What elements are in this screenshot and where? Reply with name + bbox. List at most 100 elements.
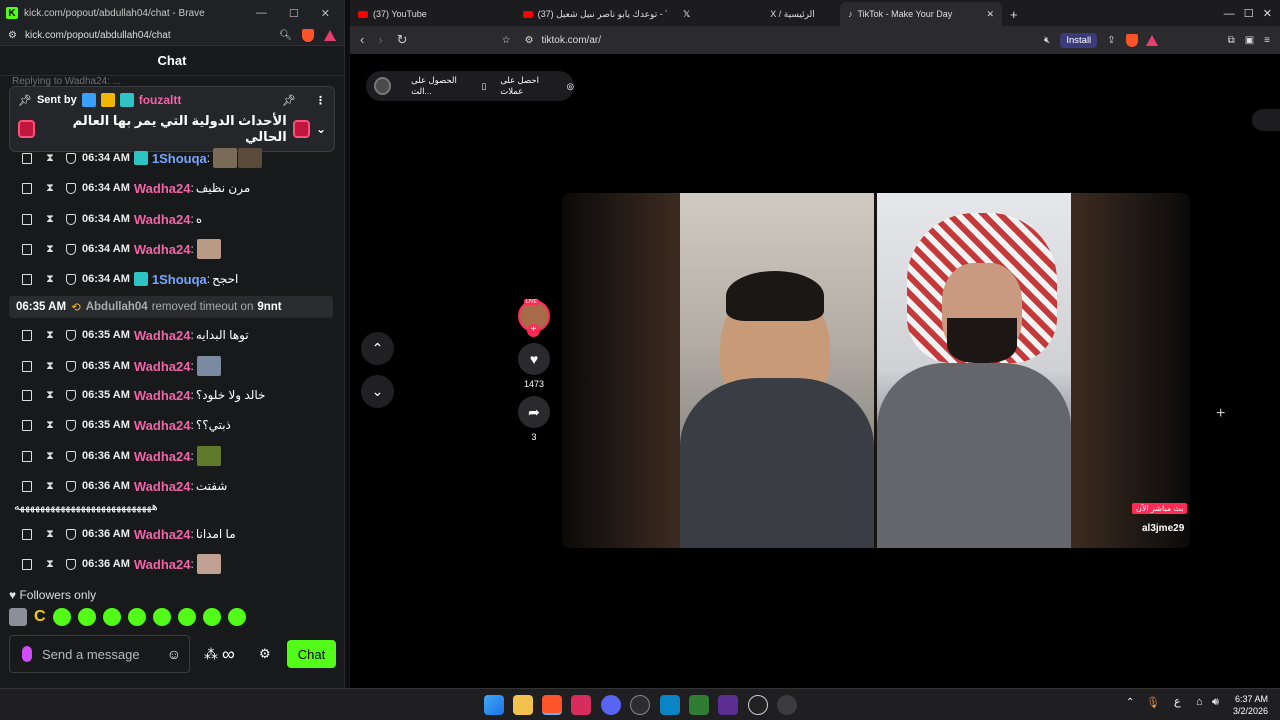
stream-pane-right[interactable] — [877, 193, 1071, 548]
delete-icon[interactable] — [22, 450, 32, 462]
timeout-hourglass-icon[interactable]: ⧗ — [46, 360, 54, 373]
get-app-button[interactable]: الحصول على الت... — [411, 75, 475, 97]
zoom-icon[interactable]: 🔍︎ — [279, 30, 292, 41]
message-username[interactable]: Wadha24 — [134, 181, 191, 196]
extensions-icon[interactable]: ⧉ — [1228, 35, 1235, 46]
brave-shield-icon[interactable] — [302, 29, 314, 42]
plus-icon[interactable]: + — [1216, 405, 1225, 423]
timeout-hourglass-icon[interactable]: ⧗ — [46, 213, 54, 226]
menu-icon[interactable]: ≡ — [1264, 35, 1270, 46]
network-icon[interactable]: ⌂ — [1196, 696, 1203, 708]
timeout-hourglass-icon[interactable]: ⧗ — [46, 528, 54, 541]
window-controls[interactable]: — ☐ ✕ — [1224, 7, 1272, 20]
delete-icon[interactable] — [22, 329, 32, 341]
tab-youtube[interactable]: (37) YouTube — [350, 2, 515, 26]
emote-10[interactable] — [227, 608, 246, 626]
emote-5[interactable] — [102, 608, 121, 626]
timeout-hourglass-icon[interactable]: ⧗ — [46, 152, 54, 165]
emote-2[interactable]: C — [34, 608, 46, 626]
wallet-icon[interactable]: ▣ — [1245, 35, 1254, 46]
emote-7[interactable] — [152, 608, 171, 626]
emote-8[interactable] — [177, 608, 196, 626]
ban-shield-icon[interactable] — [66, 182, 76, 194]
delete-icon[interactable] — [22, 480, 32, 492]
heart-icon[interactable]: ♥ — [518, 343, 550, 375]
delete-icon[interactable] — [22, 389, 32, 401]
mic-icon[interactable] — [22, 646, 32, 662]
message-username[interactable]: 1Shouqa — [152, 272, 207, 287]
ban-shield-icon[interactable] — [66, 329, 76, 341]
app-next-icon[interactable] — [718, 695, 738, 715]
emote-4[interactable] — [77, 608, 96, 626]
message-username[interactable]: Wadha24 — [134, 479, 191, 494]
chat-input-wrapper[interactable]: ☺ — [9, 635, 190, 673]
site-settings-icon[interactable]: ⚙ — [8, 30, 17, 41]
delete-icon[interactable] — [22, 528, 32, 540]
timeout-hourglass-icon[interactable]: ⧗ — [46, 329, 54, 342]
ban-shield-icon[interactable] — [66, 480, 76, 492]
delete-icon[interactable] — [22, 360, 32, 372]
new-tab-button[interactable]: + — [1002, 2, 1026, 26]
discord-icon[interactable] — [601, 695, 621, 715]
timeout-hourglass-icon[interactable]: ⧗ — [46, 273, 54, 286]
more-options-icon[interactable]: ⋮ — [315, 94, 326, 107]
file-explorer-icon[interactable] — [513, 695, 533, 715]
live-avatar[interactable]: LIVE + — [517, 299, 551, 337]
language-indicator[interactable]: ع — [1174, 695, 1181, 708]
emoji-icon[interactable]: ☺ — [167, 646, 181, 662]
emote-9[interactable] — [202, 608, 221, 626]
ban-shield-icon[interactable] — [66, 152, 76, 164]
delete-icon[interactable] — [22, 419, 32, 431]
reload-icon[interactable]: ↻ — [397, 32, 408, 48]
minimize-icon[interactable]: — — [256, 7, 267, 20]
prev-video-button[interactable]: ⌃ — [361, 332, 394, 365]
ban-shield-icon[interactable] — [66, 450, 76, 462]
chevron-down-icon[interactable]: ⌄ — [316, 122, 326, 136]
timeout-hourglass-icon[interactable]: ⧗ — [46, 182, 54, 195]
url-text[interactable]: tiktok.com/ar/ — [542, 35, 601, 46]
message-username[interactable]: Wadha24 — [134, 359, 191, 374]
bookmark-icon[interactable]: ☆ — [502, 35, 511, 46]
brave-taskbar-icon[interactable] — [542, 695, 562, 715]
mic-tray-icon[interactable]: 🎙︎ — [1146, 696, 1160, 709]
timeout-hourglass-icon[interactable]: ⧗ — [46, 419, 54, 432]
stream-pane-left[interactable] — [680, 193, 874, 548]
app-obs-icon[interactable] — [630, 695, 650, 715]
message-username[interactable]: Wadha24 — [134, 449, 191, 464]
timeout-hourglass-icon[interactable]: ⧗ — [46, 450, 54, 463]
get-coins-button[interactable]: احصل على عملات — [500, 75, 560, 97]
ban-shield-icon[interactable] — [66, 243, 76, 255]
emote-image[interactable] — [196, 239, 221, 259]
side-pill[interactable] — [1252, 109, 1280, 131]
delete-icon[interactable] — [22, 243, 32, 255]
message-username[interactable]: 1Shouqa — [152, 151, 207, 166]
emote-image[interactable] — [196, 356, 221, 376]
ban-shield-icon[interactable] — [66, 528, 76, 540]
emote-1[interactable] — [9, 608, 27, 626]
tab-close-icon[interactable]: ✕ — [986, 9, 994, 20]
kicks-icon[interactable]: ⁂ — [204, 646, 218, 663]
ban-shield-icon[interactable] — [66, 213, 76, 225]
host-username[interactable]: al3jme29 — [1142, 523, 1184, 534]
tab-tiktok[interactable]: ♪ TikTok - Make Your Day ✕ — [840, 2, 1002, 26]
emote-6[interactable] — [127, 608, 146, 626]
live-stream-stage[interactable] — [562, 193, 1190, 548]
emote-image[interactable] — [196, 554, 221, 574]
timeout-hourglass-icon[interactable]: ⧗ — [46, 389, 54, 402]
app-a-icon[interactable] — [571, 695, 591, 715]
delete-icon[interactable] — [22, 152, 32, 164]
share-arrow-icon[interactable]: ➦ — [518, 396, 550, 428]
message-username[interactable]: Wadha24 — [134, 242, 191, 257]
volume-icon[interactable]: 🔊︎ — [1212, 696, 1219, 709]
app-blue-icon[interactable] — [660, 695, 680, 715]
settings-taskbar-icon[interactable] — [777, 695, 797, 715]
ban-shield-icon[interactable] — [66, 273, 76, 285]
maximize-icon[interactable]: ☐ — [289, 7, 299, 20]
site-info-icon[interactable]: ⚙ — [525, 35, 534, 46]
brave-shield-icon[interactable] — [1125, 33, 1138, 47]
message-username[interactable]: Wadha24 — [134, 418, 191, 433]
message-username[interactable]: Wadha24 — [134, 212, 191, 227]
install-button[interactable]: Install — [1060, 32, 1098, 48]
timeout-hourglass-icon[interactable]: ⧗ — [46, 480, 54, 493]
timeout-hourglass-icon[interactable]: ⧗ — [46, 558, 54, 571]
